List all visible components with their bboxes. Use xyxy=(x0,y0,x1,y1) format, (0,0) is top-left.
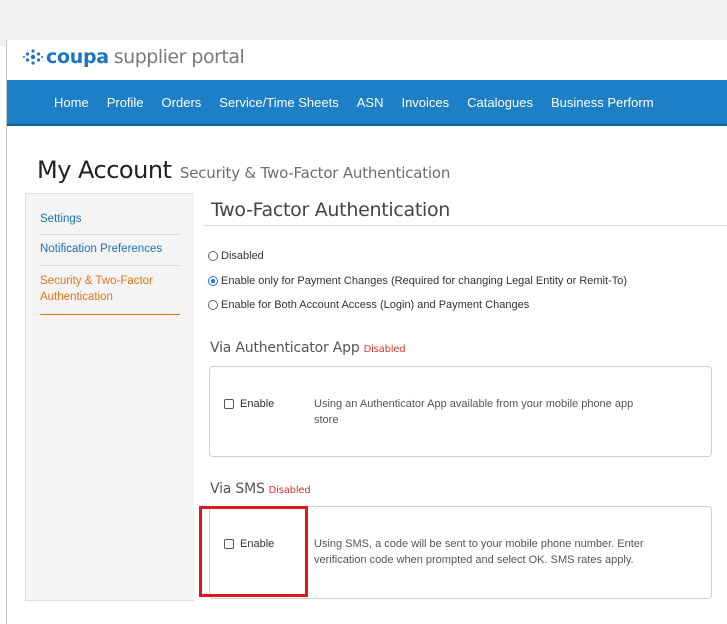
sms-heading: Via SMS Disabled xyxy=(210,481,311,497)
auth-app-status-badge: Disabled xyxy=(363,344,406,355)
auth-app-heading-text: Via Authenticator App xyxy=(210,340,360,356)
radio-button[interactable] xyxy=(208,300,218,310)
sidebar-item-settings[interactable]: Settings xyxy=(40,211,82,227)
sidebar-item-security-line1: Security & Two-Factor xyxy=(40,275,153,287)
main-nav: Home Profile Orders Service/Time Sheets … xyxy=(7,80,727,126)
auth-app-description: Using an Authenticator App available fro… xyxy=(314,396,694,428)
brand-name-bold: coupa xyxy=(46,46,109,68)
page-title-sub: Security & Two-Factor Authentication xyxy=(179,164,451,182)
nav-item-invoices[interactable]: Invoices xyxy=(401,95,449,110)
radio-button-checked[interactable] xyxy=(208,276,218,286)
radio-payment-changes-label: Enable only for Payment Changes (Require… xyxy=(221,275,627,287)
sidebar-divider xyxy=(40,265,180,266)
radio-button[interactable] xyxy=(208,251,218,261)
nav-item-business-performance[interactable]: Business Perform xyxy=(551,95,654,110)
radio-login-and-payment-label: Enable for Both Account Access (Login) a… xyxy=(221,299,530,311)
brand-name-rest: supplier portal xyxy=(113,46,245,68)
sms-description: Using SMS, a code will be sent to your m… xyxy=(314,536,694,568)
coupa-snowflake-icon xyxy=(23,49,43,65)
sms-description-line2: verification code when prompted and sele… xyxy=(314,554,634,566)
sidebar-item-security[interactable]: Security & Two-Factor Authentication xyxy=(40,273,153,305)
auth-app-enable-label: Enable xyxy=(240,398,275,410)
page-title-main: My Account xyxy=(37,156,172,184)
auth-app-enable-checkbox[interactable]: Enable xyxy=(224,398,274,410)
sidebar-divider xyxy=(40,234,180,235)
auth-app-box: Enable Using an Authenticator App availa… xyxy=(209,366,712,457)
heading-divider xyxy=(203,225,727,226)
checkbox[interactable] xyxy=(224,399,234,409)
nav-item-orders[interactable]: Orders xyxy=(162,95,202,110)
sms-description-line1: Using SMS, a code will be sent to your m… xyxy=(314,538,644,550)
sidebar-item-security-line2: Authentication xyxy=(40,291,113,303)
radio-disabled[interactable]: Disabled xyxy=(208,250,264,262)
radio-login-and-payment[interactable]: Enable for Both Account Access (Login) a… xyxy=(208,299,529,311)
nav-item-profile[interactable]: Profile xyxy=(107,95,144,110)
nav-item-home[interactable]: Home xyxy=(54,95,89,110)
nav-item-service-time-sheets[interactable]: Service/Time Sheets xyxy=(219,95,338,110)
sidebar-item-notification-preferences[interactable]: Notification Preferences xyxy=(40,241,162,257)
auth-app-description-line2: store xyxy=(314,414,339,426)
two-factor-heading: Two-Factor Authentication xyxy=(211,199,451,221)
radio-disabled-label: Disabled xyxy=(221,250,264,262)
auth-app-description-line1: Using an Authenticator App available fro… xyxy=(314,398,634,410)
nav-item-catalogues[interactable]: Catalogues xyxy=(467,95,533,110)
auth-app-heading: Via Authenticator App Disabled xyxy=(210,340,406,356)
page-title: My Account Security & Two-Factor Authent… xyxy=(37,156,450,184)
sms-heading-text: Via SMS xyxy=(210,481,265,497)
highlight-annotation-box xyxy=(199,506,308,597)
sms-status-badge: Disabled xyxy=(268,485,311,496)
nav-item-asn[interactable]: ASN xyxy=(357,95,384,110)
account-sidebar: Settings Notification Preferences Securi… xyxy=(25,193,194,601)
sidebar-active-divider xyxy=(40,314,180,315)
radio-payment-changes[interactable]: Enable only for Payment Changes (Require… xyxy=(208,275,627,287)
coupa-logo[interactable]: coupa supplier portal xyxy=(22,44,245,70)
